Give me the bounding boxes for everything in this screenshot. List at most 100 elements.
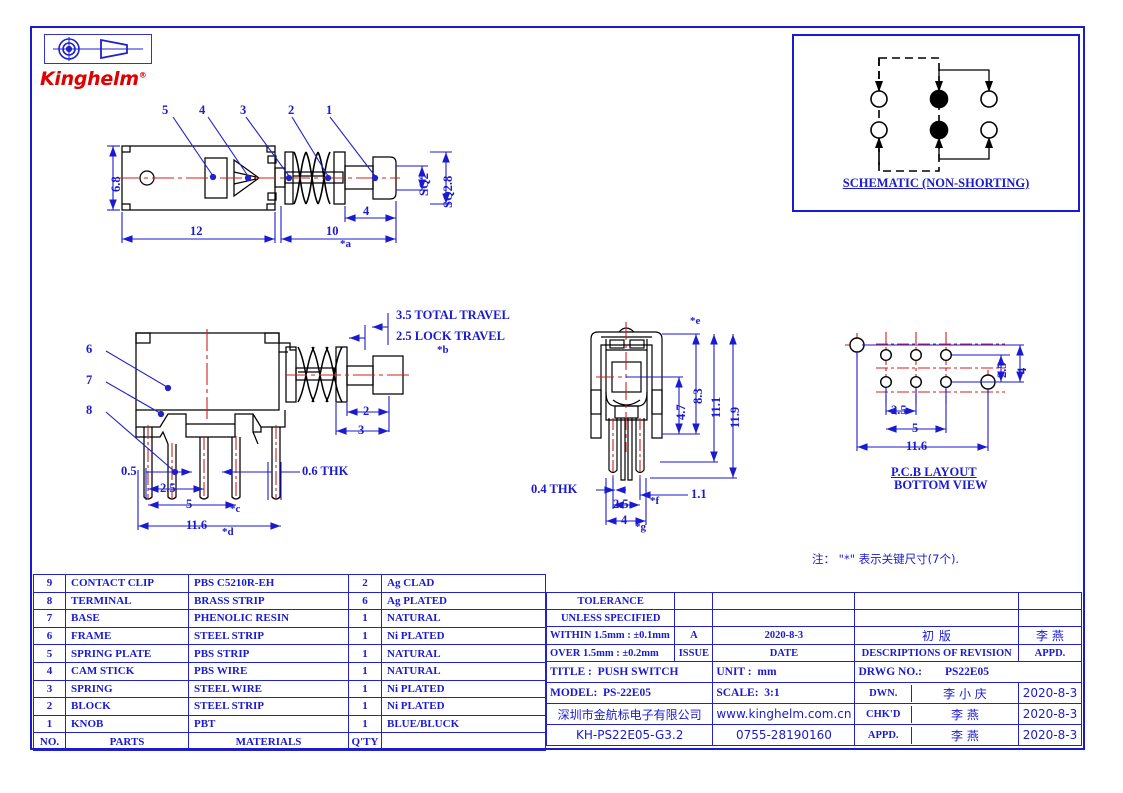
callout-7: 7 <box>86 373 93 387</box>
row-qty: 1 <box>348 661 382 681</box>
pcb-layout-subtitle: BOTTOM VIEW <box>894 478 988 492</box>
partnumber-row: KH-PS22E05-G3.2 0755-28190160 APPD. 李 燕 … <box>545 724 1083 746</box>
chkd-cell: CHK'D 李 燕 <box>854 703 1019 725</box>
appd-name: 李 燕 <box>951 728 979 743</box>
callout-3: 3 <box>240 103 247 117</box>
row-finish: Ni PLATED <box>381 626 546 646</box>
callout-8: 8 <box>86 403 93 417</box>
dwn-date: 2020-8-3 <box>1017 682 1083 704</box>
row-finish: Ni PLATED <box>381 679 546 699</box>
table-row: 5 SPRING PLATE PBS STRIP 1 NATURAL <box>33 644 546 663</box>
row-finish: NATURAL <box>381 661 546 681</box>
date-label: DATE <box>712 644 856 662</box>
brand-name: Kinghelm <box>40 68 139 90</box>
row-qty: 1 <box>348 714 382 734</box>
row-finish: BLUE/BLUCK <box>381 714 546 734</box>
row-no: 4 <box>33 661 66 681</box>
header-parts: PARTS <box>65 732 189 751</box>
table-row: 7 BASE PHENOLIC RESIN 1 NATURAL <box>33 609 546 628</box>
row-finish: NATURAL <box>381 644 546 663</box>
key-dim-b: *b <box>437 344 449 356</box>
chkd-label: CHK'D <box>855 705 912 723</box>
row-part: KNOB <box>65 714 189 734</box>
dim-11-9: 11.9 <box>728 406 742 428</box>
callout-6: 6 <box>86 342 93 356</box>
tolerance-title: TOLERANCE <box>545 592 676 610</box>
row-no: 9 <box>33 574 66 593</box>
title-value: PUSH SWITCH <box>597 666 679 678</box>
appd-label: APPD. <box>855 726 912 744</box>
drwg-no-label: DRWG NO.: <box>858 666 922 678</box>
drawing-page: Kinghelm® SCHEMATIC (NON-SHORTING) 5 4 3… <box>0 0 1123 793</box>
revision-value-row: WITHIN 1.5mm : ±0.1mm A 2020-8-3 初 版 李 燕 <box>545 626 1083 645</box>
callout-1: 1 <box>326 103 333 117</box>
row-no: 7 <box>33 609 66 628</box>
dim-pitch-2-5: 2.5 <box>160 481 176 495</box>
appd-date: 2020-8-3 <box>1017 724 1083 746</box>
unit-value: mm <box>757 666 777 678</box>
row-no: 8 <box>33 591 66 611</box>
dim-lock-travel: 2.5 LOCK TRAVEL <box>396 329 505 343</box>
trademark-mark: ® <box>138 70 147 80</box>
tolerance-subtitle: UNLESS SPECIFIED <box>545 609 676 627</box>
header-qty: Q'TY <box>348 732 382 751</box>
key-dim-d: *d <box>222 526 234 538</box>
row-part: BLOCK <box>65 697 189 716</box>
title-block-table: TOLERANCE UNLESS SPECIFIED WITHIN 1.5mm … <box>545 592 1083 746</box>
drwg-no-cell: DRWG NO.: PS22E05 <box>854 661 1082 683</box>
dim-front-2-5: 2.5 <box>613 497 629 511</box>
dim-0-5: 0.5 <box>121 464 137 478</box>
table-row: 1 KNOB PBT 1 BLUE/BLUCK <box>33 714 546 734</box>
row-material: PBS WIRE <box>188 661 349 681</box>
table-row: 8 TERMINAL BRASS STRIP 6 Ag PLATED <box>33 591 546 611</box>
row-finish: Ni PLATED <box>381 697 546 716</box>
revision-approver: 李 燕 <box>1017 626 1083 645</box>
dwn-label: DWN. <box>855 684 912 702</box>
table-row: 6 FRAME STEEL STRIP 1 Ni PLATED <box>33 626 546 646</box>
dim-total-travel: 3.5 TOTAL TRAVEL <box>396 308 510 322</box>
pcb-dim-v-2-5: 2.5 <box>995 362 1009 378</box>
blank-cell-2 <box>712 592 856 610</box>
row-part: CAM STICK <box>65 661 189 681</box>
row-material: PBS STRIP <box>188 644 349 663</box>
phone-number: 0755-28190160 <box>712 724 856 746</box>
row-finish: NATURAL <box>381 609 546 628</box>
appd-rev-label: APPD. <box>1017 644 1083 662</box>
projection-symbol-box <box>44 34 152 64</box>
table-row: 4 CAM STICK PBS WIRE 1 NATURAL <box>33 661 546 681</box>
callout-4: 4 <box>199 103 206 117</box>
company-name: 深圳市金航标电子有限公司 <box>545 703 714 725</box>
part-number: KH-PS22E05-G3.2 <box>545 724 714 746</box>
dim-height-6-8: 6.8 <box>109 176 123 192</box>
model-cell: MODEL: PS-22E05 <box>545 682 714 704</box>
schematic-caption: SCHEMATIC (NON-SHORTING) <box>842 176 1030 190</box>
row-no: 6 <box>33 626 66 646</box>
row-material: PBT <box>188 714 349 734</box>
dim-1-1: 1.1 <box>691 487 707 501</box>
revision-label-row: OVER 1.5mm : ±0.2mm ISSUE DATE DESCRIPTI… <box>545 644 1083 662</box>
dim-4-7: 4.7 <box>674 404 688 420</box>
header-materials: MATERIALS <box>188 732 349 751</box>
revision-date: 2020-8-3 <box>712 626 856 645</box>
parts-rows: 9 CONTACT CLIP PBS C5210R-EH 2 Ag CLAD 8… <box>33 574 546 751</box>
dim-body-length-12: 12 <box>190 224 203 238</box>
first-angle-projection-symbol <box>53 37 143 61</box>
scale-label: SCALE: <box>716 687 759 699</box>
row-part: FRAME <box>65 626 189 646</box>
company-row: 深圳市金航标电子有限公司 www.kinghelm.com.cn CHK'D 李… <box>545 703 1083 725</box>
unit-cell: UNIT : mm <box>712 661 856 683</box>
callout-2: 2 <box>288 103 295 117</box>
row-qty: 6 <box>348 591 382 611</box>
title-label: TITLE : <box>550 666 592 678</box>
row-part: BASE <box>65 609 189 628</box>
parts-list-table: 9 CONTACT CLIP PBS C5210R-EH 2 Ag CLAD 8… <box>33 574 546 751</box>
pcb-dim-2-5: 2.5 <box>891 403 907 417</box>
callout-5: 5 <box>162 103 169 117</box>
drawing-title: TITLE : PUSH SWITCH <box>545 661 714 683</box>
row-qty: 1 <box>348 679 382 699</box>
issue-value: A <box>674 626 714 645</box>
header-finish <box>381 732 546 751</box>
dim-3: 3 <box>358 423 365 437</box>
scale-cell: SCALE: 3:1 <box>712 682 856 704</box>
row-material: PHENOLIC RESIN <box>188 609 349 628</box>
